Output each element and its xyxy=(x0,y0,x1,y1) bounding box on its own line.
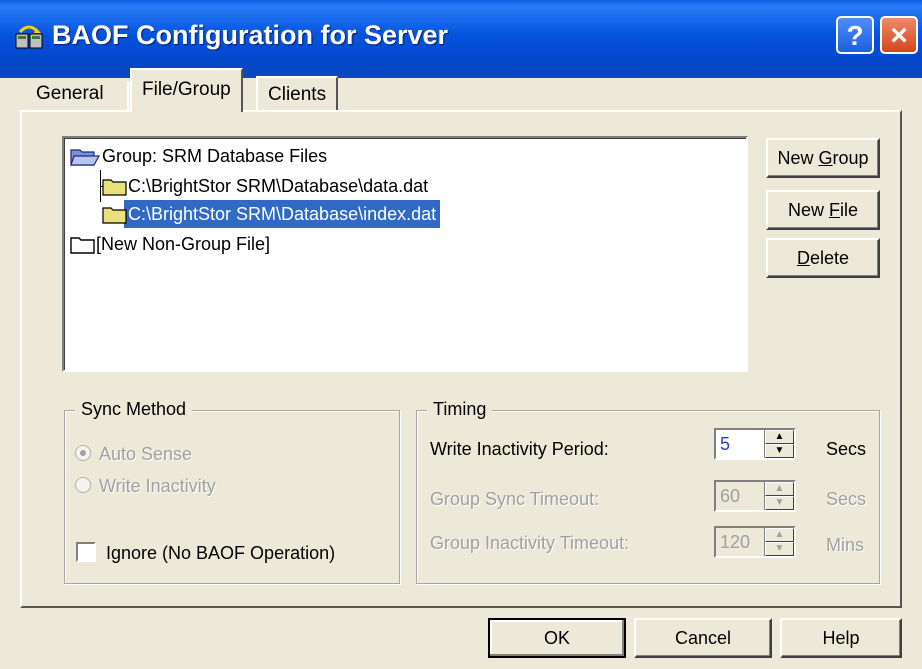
tab-divider xyxy=(127,82,129,110)
spinner-value[interactable]: 120 xyxy=(720,530,750,554)
tab-file-group[interactable]: File/Group xyxy=(130,68,243,112)
dialog-window: BAOF Configuration for Server ? × Genera… xyxy=(0,0,922,669)
tab-general[interactable]: General xyxy=(26,80,114,108)
tree-item-group[interactable]: Group: SRM Database Files xyxy=(68,142,331,170)
tree-item-label: C:\BrightStor SRM\Database\data.dat xyxy=(128,176,429,196)
spinner-value[interactable]: 5 xyxy=(720,432,730,456)
group-inactivity-timeout-spinner[interactable]: 120 ▲ ▼ xyxy=(714,526,796,558)
close-button[interactable]: × xyxy=(880,16,918,54)
write-inactivity-unit: Secs xyxy=(826,439,867,459)
tree-item-label: Group: SRM Database Files xyxy=(102,146,328,166)
spin-down-icon[interactable]: ▼ xyxy=(765,496,794,510)
sync-method-title: Sync Method xyxy=(75,399,193,420)
spinner-arrows: ▲ ▼ xyxy=(764,482,794,510)
spin-down-icon[interactable]: ▼ xyxy=(765,444,794,458)
spin-up-icon[interactable]: ▲ xyxy=(765,430,794,444)
button-label: ile xyxy=(840,200,859,220)
mnemonic: F xyxy=(829,200,840,220)
spinner-value[interactable]: 60 xyxy=(720,484,740,508)
radio-label: Auto Sense xyxy=(99,444,193,464)
empty-folder-icon xyxy=(70,237,95,254)
app-icon xyxy=(15,25,43,49)
file-folder-icon xyxy=(102,179,127,196)
checkbox-label: Ignore (No BAOF Operation) xyxy=(106,543,336,563)
tree-item-file[interactable]: C:\BrightStor SRM\Database\data.dat xyxy=(100,172,432,200)
tree-item-label: C:\BrightStor SRM\Database\index.dat xyxy=(124,200,441,228)
radio-indicator xyxy=(75,445,91,461)
checkbox-box xyxy=(76,542,96,562)
ok-button[interactable]: OK xyxy=(488,618,626,658)
title-bar[interactable]: BAOF Configuration for Server ? × xyxy=(0,0,922,78)
group-inactivity-timeout-label: Group Inactivity Timeout: xyxy=(430,533,630,553)
spinner-arrows: ▲ ▼ xyxy=(764,430,794,458)
button-label: elete xyxy=(809,248,850,268)
group-inactivity-timeout-unit: Mins xyxy=(826,535,865,555)
file-group-tree[interactable]: Group: SRM Database Files C:\BrightStor … xyxy=(62,136,748,372)
tree-item-new-file[interactable]: [New Non-Group File] xyxy=(68,230,274,258)
write-inactivity-spinner[interactable]: 5 ▲ ▼ xyxy=(714,428,796,460)
delete-button[interactable]: Delete xyxy=(766,238,880,278)
button-label: New xyxy=(787,200,829,220)
timing-title: Timing xyxy=(427,399,493,420)
spin-up-icon[interactable]: ▲ xyxy=(765,528,794,542)
help-title-button[interactable]: ? xyxy=(836,16,874,54)
radio-indicator xyxy=(75,477,91,493)
tree-item-label: [New Non-Group File] xyxy=(96,234,271,254)
group-sync-timeout-spinner[interactable]: 60 ▲ ▼ xyxy=(714,480,796,512)
tree-item-file-selected[interactable]: C:\BrightStor SRM\Database\index.dat xyxy=(100,200,441,228)
radio-label: Write Inactivity xyxy=(99,476,216,496)
write-inactivity-label: Write Inactivity Period: xyxy=(430,439,609,459)
spin-down-icon[interactable]: ▼ xyxy=(765,542,794,556)
new-group-button[interactable]: New Group xyxy=(766,138,880,178)
cancel-button[interactable]: Cancel xyxy=(634,618,772,658)
window-title: BAOF Configuration for Server xyxy=(52,20,449,50)
mnemonic: G xyxy=(818,148,833,168)
group-sync-timeout-label: Group Sync Timeout: xyxy=(430,489,600,509)
new-file-button[interactable]: New File xyxy=(766,190,880,230)
tab-clients[interactable]: Clients xyxy=(256,76,339,112)
group-sync-timeout-unit: Secs xyxy=(826,489,867,509)
help-button[interactable]: Help xyxy=(780,618,902,658)
button-label: roup xyxy=(832,148,869,168)
button-label: New xyxy=(777,148,819,168)
file-folder-icon xyxy=(102,207,127,224)
spin-up-icon[interactable]: ▲ xyxy=(765,482,794,496)
spinner-arrows: ▲ ▼ xyxy=(764,528,794,556)
open-folder-icon xyxy=(70,149,100,166)
mnemonic: D xyxy=(796,248,810,268)
